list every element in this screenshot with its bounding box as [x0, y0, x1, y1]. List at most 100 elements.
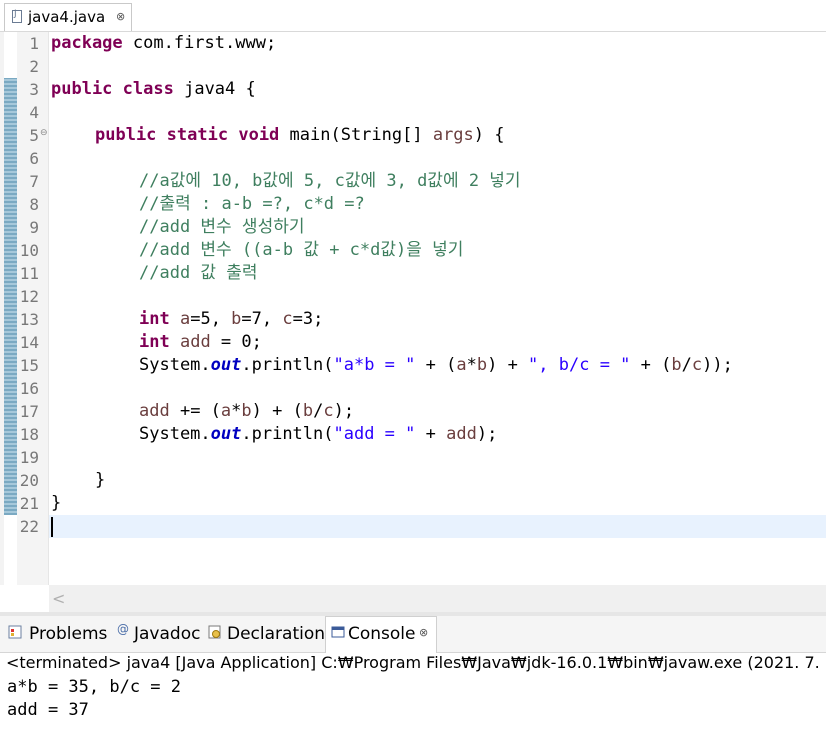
current-line-highlight [49, 515, 826, 538]
variable: add [179, 332, 211, 352]
line-number: 19 [19, 448, 39, 467]
comment-line-11: //add 값 출력 [139, 263, 258, 283]
keyword: int [139, 309, 170, 329]
problems-icon [8, 625, 22, 639]
line-number: 22 [19, 517, 39, 536]
variable: add [446, 424, 477, 444]
close-tab-icon[interactable]: ⊗ [116, 10, 125, 23]
parameter: args [432, 125, 474, 145]
code-text: =5, [190, 309, 232, 329]
code-editor[interactable]: 1 2 3 4 5 ⊖ 6 7 8 9 10 11 12 13 14 15 16… [0, 32, 826, 585]
code-text: )); [702, 355, 733, 375]
java-file-icon [12, 9, 22, 23]
code-text: / [313, 401, 324, 421]
code-text: .println( [241, 424, 334, 444]
line-number: 21 [19, 494, 39, 513]
horizontal-scrollbar[interactable] [49, 585, 826, 612]
line-number: 10 [19, 241, 39, 260]
code-line-14: int add = 0; [139, 331, 262, 354]
keyword: static [166, 125, 229, 145]
static-field: out [210, 355, 242, 375]
keyword: package [51, 33, 123, 53]
line-number: 1 [29, 34, 39, 53]
code-line-20: } [95, 470, 106, 490]
tab-javadoc-label: Javadoc [134, 624, 201, 644]
javadoc-icon: @ [117, 622, 129, 636]
code-text: + ( [415, 355, 457, 375]
console-icon [331, 626, 345, 638]
line-number: 20 [19, 471, 39, 490]
variable: a [220, 401, 232, 421]
keyword: void [238, 125, 280, 145]
code-text: main(String[] [279, 125, 433, 145]
console-output-line: a*b = 35, b/c = 2 [7, 677, 181, 697]
string-literal: "a*b = " [333, 355, 416, 375]
code-line-13: int a=5, b=7, c=3; [139, 308, 323, 331]
line-number: 4 [29, 103, 39, 122]
line-number: 7 [29, 172, 39, 191]
code-line-1: package com.first.www; [51, 32, 276, 55]
close-console-icon[interactable]: ⊗ [419, 626, 428, 639]
comment-line-7: //a값에 10, b값에 5, c값에 3, d값에 2 넣기 [139, 171, 521, 191]
code-line-21: } [51, 493, 62, 513]
code-line-3: public class java4 { [51, 78, 256, 101]
variable: c [691, 355, 703, 375]
variable: a [179, 309, 191, 329]
line-number: 14 [19, 333, 39, 352]
code-text: += ( [169, 401, 221, 421]
comment-line-8: //출력 : a-b =?, c*d =? [139, 194, 365, 214]
code-text: ) + ( [251, 401, 303, 421]
code-text: ); [476, 424, 498, 444]
code-text: ) + [487, 355, 529, 375]
code-text: java4 { [173, 79, 256, 99]
code-text: + [415, 424, 447, 444]
tab-declaration-label: Declaration [227, 624, 326, 644]
variable: b [476, 355, 488, 375]
code-text: System. [139, 355, 211, 375]
keyword: class [122, 79, 174, 99]
declaration-icon [208, 625, 221, 639]
code-line-5: public static void main(String[] args) { [95, 124, 505, 147]
variable: b [231, 309, 242, 329]
variable: c [323, 401, 334, 421]
scroll-left-icon[interactable]: < [52, 589, 65, 608]
code-line-18: System.out.println("add = " + add); [139, 423, 497, 446]
line-number: 17 [19, 402, 39, 421]
line-number: 9 [29, 218, 39, 237]
static-field: out [210, 424, 242, 444]
line-number: 11 [19, 264, 39, 283]
line-number: 6 [29, 149, 39, 168]
line-number: 12 [19, 287, 39, 306]
variable: a [456, 355, 467, 375]
variable: b [241, 401, 252, 421]
tab-problems-label: Problems [29, 624, 108, 644]
tab-console-label: Console [348, 624, 416, 644]
console-status-line: <terminated> java4 [Java Application] C:… [6, 653, 826, 672]
comment-line-9: //add 변수 생성하기 [139, 217, 305, 237]
code-text: =7, [241, 309, 283, 329]
keyword: public [95, 125, 157, 145]
editor-tab-title: java4.java [28, 8, 106, 26]
code-text: = 0; [210, 332, 262, 352]
quick-diff-ruler [4, 78, 17, 515]
string-literal: "add = " [333, 424, 416, 444]
line-number: 16 [19, 379, 39, 398]
console-output-line: add = 37 [7, 700, 89, 720]
comment-line-10: //add 변수 ((a-b 값 + c*d값)을 넣기 [139, 240, 464, 260]
line-number: 8 [29, 195, 39, 214]
code-text: .println( [241, 355, 334, 375]
fold-collapse-icon[interactable]: ⊖ [40, 128, 48, 138]
code-text: =3; [292, 309, 324, 329]
variable: add [139, 401, 170, 421]
code-text: + ( [630, 355, 672, 375]
code-text: ); [333, 401, 355, 421]
variable: b [671, 355, 682, 375]
text-caret [51, 517, 53, 537]
line-number: 2 [29, 57, 39, 76]
code-text: com.first.www; [122, 33, 277, 53]
string-literal: ", b/c = " [528, 355, 631, 375]
code-text: * [231, 401, 242, 421]
code-line-17: add += (a*b) + (b/c); [139, 400, 354, 423]
editor-tab-java4[interactable]: java4.java ⊗ [4, 3, 132, 31]
keyword: public [51, 79, 113, 99]
